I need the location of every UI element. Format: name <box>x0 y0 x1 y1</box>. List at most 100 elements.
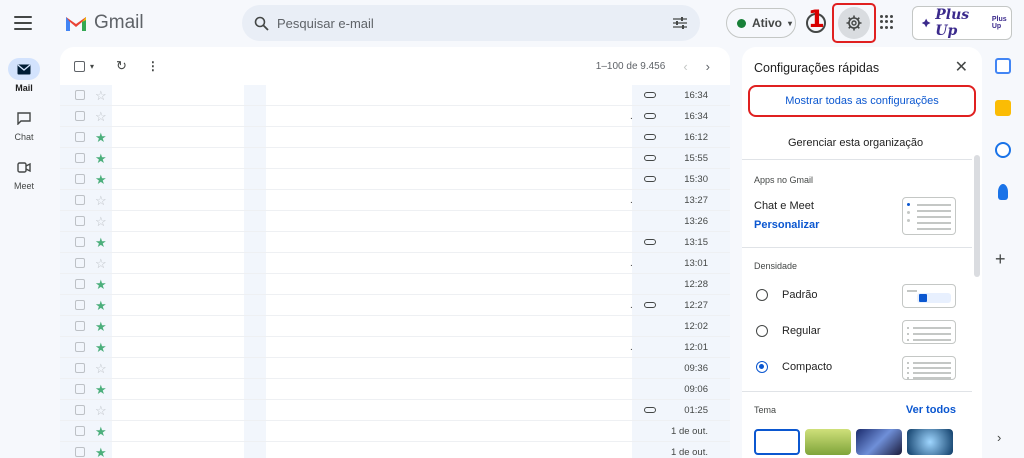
row-checkbox[interactable] <box>75 132 85 142</box>
row-checkbox[interactable] <box>75 447 85 457</box>
tasks-icon[interactable] <box>995 142 1011 158</box>
contacts-icon[interactable] <box>998 184 1008 200</box>
sender-cell <box>112 232 244 252</box>
row-checkbox[interactable] <box>75 111 85 121</box>
row-checkbox[interactable] <box>75 363 85 373</box>
row-checkbox[interactable] <box>75 237 85 247</box>
table-row[interactable]: ★ 15:30 <box>60 169 730 190</box>
settings-button[interactable] <box>838 7 870 39</box>
search-options-icon[interactable] <box>672 16 688 30</box>
select-dropdown-icon[interactable]: ▾ <box>90 62 94 71</box>
star-icon[interactable]: ★ <box>95 446 107 458</box>
star-icon[interactable]: ★ <box>95 341 107 354</box>
row-checkbox[interactable] <box>75 300 85 310</box>
table-row[interactable]: ☆ 13:26 <box>60 211 730 232</box>
theme-night[interactable] <box>856 429 902 455</box>
calendar-icon[interactable] <box>995 58 1011 74</box>
density-preview-default <box>902 284 956 308</box>
search-icon[interactable] <box>254 16 269 31</box>
table-row[interactable]: ☆. 13:27 <box>60 190 730 211</box>
account-brand-button[interactable]: Plus Up Plus Up <box>912 6 1012 40</box>
show-all-settings-button[interactable]: Mostrar todas as configurações <box>748 85 976 117</box>
star-icon[interactable]: ★ <box>95 383 107 396</box>
row-checkbox[interactable] <box>75 426 85 436</box>
star-icon[interactable]: ★ <box>95 278 107 291</box>
row-checkbox[interactable] <box>75 321 85 331</box>
row-checkbox[interactable] <box>75 279 85 289</box>
row-checkbox[interactable] <box>75 174 85 184</box>
select-all-checkbox[interactable] <box>74 60 85 72</box>
table-row[interactable]: ★ 12:02 <box>60 316 730 337</box>
density-option-compact[interactable]: Compacto <box>756 361 832 373</box>
star-icon[interactable]: ☆ <box>95 110 107 123</box>
radio-compact[interactable] <box>756 361 768 373</box>
theme-space[interactable] <box>907 429 953 455</box>
search-bar[interactable] <box>242 5 700 41</box>
radio-regular[interactable] <box>756 325 768 337</box>
row-time: 13:26 <box>684 215 708 227</box>
star-icon[interactable]: ☆ <box>95 404 107 417</box>
search-input[interactable] <box>277 15 672 31</box>
row-checkbox[interactable] <box>75 90 85 100</box>
table-row[interactable]: ☆. 16:34 <box>60 106 730 127</box>
manage-organization-link[interactable]: Gerenciar esta organização <box>788 137 923 149</box>
table-row[interactable]: ★ 1 de out. <box>60 421 730 442</box>
star-icon[interactable]: ☆ <box>95 194 107 207</box>
sender-cell <box>112 169 244 189</box>
star-icon[interactable]: ★ <box>95 152 107 165</box>
row-checkbox[interactable] <box>75 195 85 205</box>
star-icon[interactable]: ☆ <box>95 89 107 102</box>
rail-item-chat[interactable]: Chat <box>0 107 48 142</box>
rail-item-mail[interactable]: Mail <box>0 58 48 93</box>
table-row[interactable]: ★ 13:15 <box>60 232 730 253</box>
customize-link[interactable]: Personalizar <box>754 219 819 231</box>
row-checkbox[interactable] <box>75 216 85 226</box>
table-row[interactable]: ★. 12:01 <box>60 337 730 358</box>
table-row[interactable]: ☆ 16:34 <box>60 85 730 106</box>
gmail-logo[interactable]: Gmail <box>64 12 144 34</box>
table-row[interactable]: ☆. 13:01 <box>60 253 730 274</box>
table-row[interactable]: ★ 15:55 <box>60 148 730 169</box>
panel-scrollbar[interactable] <box>974 155 980 277</box>
table-row[interactable]: ★ 16:12 <box>60 127 730 148</box>
table-row[interactable]: ★ 1 de out. <box>60 442 730 458</box>
expand-panel-icon[interactable]: › <box>997 430 1001 445</box>
density-option-default[interactable]: Padrão <box>756 289 817 301</box>
refresh-icon[interactable]: ↻ <box>116 58 127 74</box>
row-checkbox[interactable] <box>75 342 85 352</box>
subject-cell <box>266 379 632 399</box>
star-icon[interactable]: ★ <box>95 299 107 312</box>
row-checkbox[interactable] <box>75 258 85 268</box>
next-page-icon[interactable]: › <box>706 59 710 74</box>
star-icon[interactable]: ☆ <box>95 362 107 375</box>
keep-icon[interactable] <box>995 100 1011 116</box>
star-icon[interactable]: ☆ <box>95 215 107 228</box>
table-row[interactable]: ★ 12:28 <box>60 274 730 295</box>
close-icon[interactable]: ✕ <box>955 57 968 77</box>
star-icon[interactable]: ☆ <box>95 257 107 270</box>
density-option-regular[interactable]: Regular <box>756 325 821 337</box>
more-options-icon[interactable]: ⋮ <box>147 59 159 73</box>
theme-nature[interactable] <box>805 429 851 455</box>
row-checkbox[interactable] <box>75 153 85 163</box>
row-checkbox[interactable] <box>75 405 85 415</box>
star-icon[interactable]: ★ <box>95 173 107 186</box>
row-checkbox[interactable] <box>75 384 85 394</box>
add-addon-icon[interactable]: + <box>995 249 1006 270</box>
main-menu-button[interactable] <box>12 12 34 34</box>
star-icon[interactable]: ★ <box>95 236 107 249</box>
star-icon[interactable]: ★ <box>95 320 107 333</box>
theme-default[interactable] <box>754 429 800 455</box>
prev-page-icon[interactable]: ‹ <box>683 59 687 74</box>
status-selector[interactable]: Ativo ▾ <box>726 8 796 38</box>
table-row[interactable]: ☆ 09:36 <box>60 358 730 379</box>
table-row[interactable]: ☆ 01:25 <box>60 400 730 421</box>
radio-default[interactable] <box>756 289 768 301</box>
star-icon[interactable]: ★ <box>95 131 107 144</box>
apps-grid-icon[interactable] <box>880 15 894 29</box>
see-all-themes-link[interactable]: Ver todos <box>906 404 956 416</box>
rail-item-meet[interactable]: Meet <box>0 156 48 191</box>
table-row[interactable]: ★. 12:27 <box>60 295 730 316</box>
star-icon[interactable]: ★ <box>95 425 107 438</box>
table-row[interactable]: ★ 09:06 <box>60 379 730 400</box>
